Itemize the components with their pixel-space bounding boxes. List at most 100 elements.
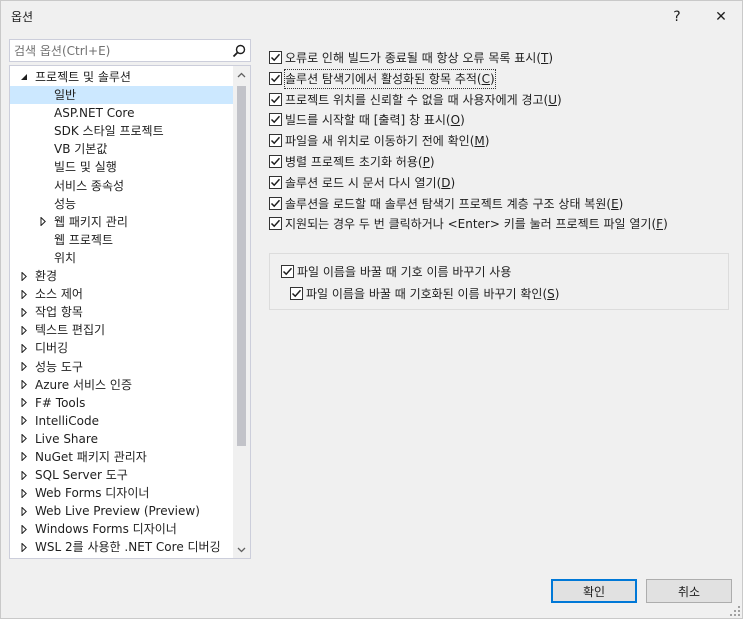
confirm-rename-option[interactable]: 파일 이름을 바꿀 때 기호화된 이름 바꾸기 확인(S)	[290, 285, 720, 306]
option-checkbox[interactable]	[269, 175, 282, 189]
resize-grip-icon[interactable]	[729, 605, 741, 617]
option-item[interactable]: 솔루션 로드 시 문서 다시 열기(D)	[269, 174, 739, 195]
tree-item-label: Web Live Preview (Preview)	[35, 504, 200, 519]
collapsed-arrow-icon[interactable]	[18, 448, 30, 466]
checkmark-icon	[270, 220, 281, 228]
window-title: 옵션	[11, 10, 34, 24]
checkmark-icon	[270, 136, 281, 145]
option-checkbox[interactable]	[269, 92, 282, 106]
chevron-down-icon	[237, 547, 246, 552]
tree-item[interactable]: Web Live Preview (Preview)	[10, 502, 234, 520]
option-checkbox[interactable]	[269, 113, 282, 127]
tree-item[interactable]: 디버깅	[10, 339, 234, 357]
collapsed-arrow-icon[interactable]	[37, 213, 49, 231]
option-item[interactable]: 파일을 새 위치로 이동하기 전에 확인(M)	[269, 132, 739, 153]
tree-item[interactable]: VB 기본값	[10, 140, 234, 158]
tree-item[interactable]: 환경	[10, 267, 234, 285]
tree-item[interactable]: Windows Forms 디자이너	[10, 520, 234, 538]
tree-item[interactable]: NuGet 패키지 관리자	[10, 448, 234, 466]
tree-item[interactable]: 빌드 및 실행	[10, 158, 234, 176]
option-item[interactable]: 지원되는 경우 두 번 클릭하거나 <Enter> 키를 눌러 프로젝트 파일 …	[269, 215, 739, 236]
rename-symbol-label: 파일 이름을 바꿀 때 기호 이름 바꾸기 사용	[297, 265, 512, 279]
option-label: 빌드를 시작할 때 [출력] 창 표시(O)	[285, 113, 465, 128]
tree-item[interactable]: 웹 프로젝트	[10, 231, 234, 249]
collapsed-arrow-icon[interactable]	[18, 285, 30, 303]
option-checkbox[interactable]	[269, 51, 282, 64]
tree-item[interactable]: ASP.NET Core	[10, 104, 234, 122]
ok-button[interactable]: 확인	[551, 579, 637, 603]
option-checkbox[interactable]	[269, 134, 282, 148]
search-box[interactable]	[9, 39, 251, 62]
option-label: 프로젝트 위치를 신뢰할 수 없을 때 사용자에게 경고(U)	[285, 92, 562, 107]
tree-item[interactable]: 성능	[10, 195, 234, 213]
tree-item-label: 웹 프로젝트	[54, 232, 114, 247]
search-input[interactable]	[10, 40, 230, 61]
tree-item[interactable]: F# Tools	[10, 394, 234, 412]
tree-item[interactable]: SDK 스타일 프로젝트	[10, 122, 234, 140]
tree-item[interactable]: WSL 2를 사용한 .NET Core 디버깅	[10, 538, 234, 556]
collapsed-arrow-icon[interactable]	[18, 466, 30, 484]
collapsed-arrow-icon[interactable]	[18, 538, 30, 556]
tree-item[interactable]: 소스 제어	[10, 285, 234, 303]
option-checkbox[interactable]	[269, 217, 282, 231]
scroll-thumb[interactable]	[237, 86, 246, 446]
tree-item[interactable]: 웹 패키지 관리	[10, 213, 234, 231]
tree-item[interactable]: 위치	[10, 249, 234, 267]
collapsed-arrow-icon[interactable]	[18, 376, 30, 394]
collapsed-arrow-icon[interactable]	[18, 267, 30, 285]
collapsed-arrow-icon[interactable]	[18, 321, 30, 339]
collapsed-arrow-icon[interactable]	[18, 502, 30, 520]
tree-item[interactable]: Web Forms 디자이너	[10, 484, 234, 502]
rename-symbol-checkbox[interactable]	[281, 265, 294, 278]
option-label: 솔루션 로드 시 문서 다시 열기(D)	[285, 175, 456, 190]
tree-item[interactable]: SQL Server 도구	[10, 466, 234, 484]
option-item[interactable]: 솔루션을 로드할 때 솔루션 탐색기 프로젝트 계층 구조 상태 복원(E)	[269, 195, 739, 216]
tree-item[interactable]: Azure 서비스 인증	[10, 376, 234, 394]
collapsed-arrow-icon[interactable]	[18, 303, 30, 321]
collapsed-arrow-icon[interactable]	[18, 394, 30, 412]
checkmark-icon	[291, 289, 302, 298]
tree-item[interactable]: 일반	[10, 86, 234, 105]
cancel-button[interactable]: 취소	[646, 579, 732, 603]
tree-scrollbar[interactable]	[233, 66, 250, 558]
confirm-rename-label: 파일 이름을 바꿀 때 기호화된 이름 바꾸기 확인(S)	[306, 287, 560, 301]
tree-item[interactable]: 성능 도구	[10, 358, 234, 376]
tree-item[interactable]: Live Share	[10, 430, 234, 448]
tree-item[interactable]: 프로젝트 및 솔루션	[10, 68, 234, 86]
option-item[interactable]: 솔루션 탐색기에서 활성화된 항목 추적(C)	[269, 68, 739, 91]
rename-symbol-option[interactable]: 파일 이름을 바꿀 때 기호 이름 바꾸기 사용	[281, 263, 721, 284]
collapsed-arrow-icon[interactable]	[18, 430, 30, 448]
option-label: 지원되는 경우 두 번 클릭하거나 <Enter> 키를 눌러 프로젝트 파일 …	[285, 217, 668, 232]
option-item[interactable]: 오류로 인해 빌드가 종료될 때 항상 오류 목록 표시(T)	[269, 49, 739, 70]
option-item[interactable]: 빌드를 시작할 때 [출력] 창 표시(O)	[269, 111, 739, 132]
tree-item-label: 빌드 및 실행	[54, 160, 117, 175]
tree-item-label: Azure 서비스 인증	[35, 377, 132, 392]
tree-item-label: Web Forms 디자이너	[35, 486, 150, 501]
tree-item[interactable]: 텍스트 편집기	[10, 321, 234, 339]
option-checkbox[interactable]	[269, 196, 282, 210]
close-button[interactable]: ✕	[701, 1, 741, 32]
tree-item[interactable]: IntelliCode	[10, 412, 234, 430]
option-checkbox[interactable]	[269, 71, 282, 85]
expanded-arrow-icon[interactable]	[18, 68, 30, 86]
option-label: 병렬 프로젝트 초기화 허용(P)	[285, 154, 435, 169]
collapsed-arrow-icon[interactable]	[18, 484, 30, 502]
search-icon[interactable]	[231, 43, 247, 59]
scroll-down-button[interactable]	[233, 541, 250, 558]
tree-item[interactable]: 서비스 종속성	[10, 177, 234, 195]
tree-item-label: SQL Server 도구	[35, 468, 128, 483]
options-tree[interactable]: 프로젝트 및 솔루션 일반 ASP.NET Core SDK 스타일 프로젝트 VB 기…	[9, 65, 251, 559]
tree-item-label: 소스 제어	[35, 287, 83, 302]
collapsed-arrow-icon[interactable]	[18, 358, 30, 376]
collapsed-arrow-icon[interactable]	[18, 520, 30, 538]
confirm-rename-checkbox[interactable]	[290, 287, 303, 300]
scroll-up-button[interactable]	[233, 66, 250, 83]
option-checkbox[interactable]	[269, 154, 282, 168]
collapsed-arrow-icon[interactable]	[18, 339, 30, 357]
option-item[interactable]: 프로젝트 위치를 신뢰할 수 없을 때 사용자에게 경고(U)	[269, 91, 739, 112]
option-item[interactable]: 병렬 프로젝트 초기화 허용(P)	[269, 153, 739, 174]
help-button[interactable]: ?	[657, 1, 697, 32]
tree-item[interactable]: 작업 항목	[10, 303, 234, 321]
collapsed-arrow-icon[interactable]	[18, 412, 30, 430]
checkmark-icon	[282, 267, 293, 276]
